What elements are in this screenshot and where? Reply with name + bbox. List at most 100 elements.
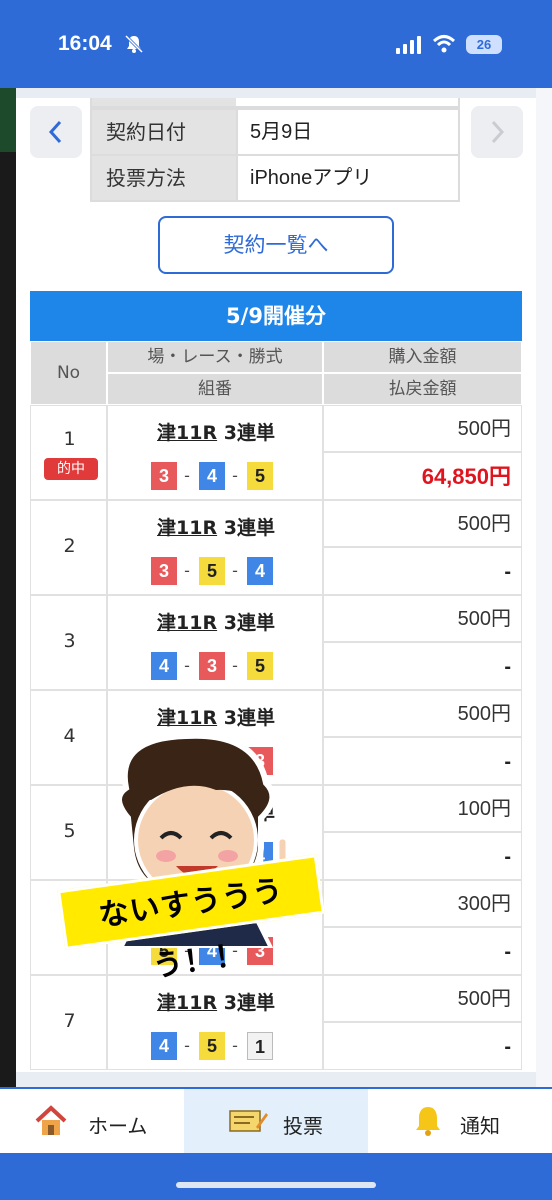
race-title: 津11R 3連単 — [108, 703, 324, 730]
boat-number: 3 — [151, 557, 177, 585]
boat-number: 3 — [151, 462, 177, 490]
bet-number: 3 — [63, 630, 76, 652]
next-button[interactable] — [471, 106, 523, 158]
contract-row-date: 契約日付 5月9日 — [90, 108, 460, 156]
bet-row: 2 津11R 3連単 3-5-4 500円 - — [30, 500, 522, 595]
status-bar: 16:04 26 — [0, 0, 552, 88]
contract-list-button[interactable]: 契約一覧へ — [158, 216, 394, 274]
race-venue-link[interactable]: 津11R — [157, 612, 217, 634]
race-cell: 津11R 3連単 3-4-5 — [107, 405, 323, 500]
payout-amount: - — [323, 832, 522, 880]
race-title: 津11R 3連単 — [108, 608, 324, 635]
payout-amount: - — [323, 642, 522, 690]
wifi-icon — [432, 35, 456, 53]
chevron-left-icon — [48, 120, 62, 144]
bet-row: 3 津11R 3連単 4-3-5 500円 - — [30, 595, 522, 690]
tab-notifications[interactable]: 通知 — [368, 1089, 552, 1155]
bet-type: 3連単 — [223, 422, 275, 444]
combination-separator: - — [232, 1036, 238, 1055]
boat-number: 4 — [151, 1032, 177, 1060]
combination-separator: - — [184, 1036, 190, 1055]
tab-vote-label: 投票 — [283, 1114, 323, 1138]
boat-number: 5 — [199, 1032, 225, 1060]
boat-number: 3 — [199, 652, 225, 680]
boat-number: 5 — [247, 462, 273, 490]
background-right-strip — [536, 88, 552, 1088]
tab-vote[interactable]: 投票 — [184, 1089, 368, 1155]
contract-detail-modal: 契約日付 5月9日 投票方法 iPhoneアプリ 契約一覧へ 5/9開催分 No… — [16, 98, 536, 1072]
previous-button[interactable] — [30, 106, 82, 158]
bet-row: 7 津11R 3連単 4-5-1 500円 - — [30, 975, 522, 1070]
header-race: 場・レース・勝式 — [107, 341, 323, 373]
purchase-amount: 500円 — [323, 500, 522, 547]
bet-number-cell: 2 — [30, 500, 107, 595]
race-title: 津11R 3連単 — [108, 988, 324, 1015]
boat-number: 4 — [151, 652, 177, 680]
bet-type: 3連単 — [223, 517, 275, 539]
boat-number: 5 — [199, 557, 225, 585]
payout-amount: - — [323, 927, 522, 975]
payout-amount: - — [323, 1022, 522, 1070]
section-title: 5/9開催分 — [30, 291, 522, 341]
race-cell: 津11R 3連単 4-3-5 — [107, 595, 323, 690]
contract-date-label: 契約日付 — [92, 110, 236, 154]
race-cell: 津11R 3連単 3-5-4 — [107, 500, 323, 595]
purchase-amount: 500円 — [323, 690, 522, 737]
header-combination: 組番 — [107, 373, 323, 405]
combination-separator: - — [184, 561, 190, 580]
boat-number: 1 — [247, 1032, 273, 1060]
purchase-amount: 100円 — [323, 785, 522, 832]
table-header: No 場・レース・勝式 組番 購入金額 払戻金額 — [30, 341, 522, 405]
battery-indicator: 26 — [466, 35, 502, 54]
header-no: No — [30, 341, 107, 405]
boat-number: 4 — [199, 462, 225, 490]
combination: 3-5-4 — [151, 557, 291, 585]
contract-date-value: 5月9日 — [236, 110, 458, 154]
chevron-right-icon — [491, 120, 505, 144]
home-indicator-area — [0, 1153, 552, 1200]
ticket-icon — [229, 1110, 268, 1132]
tab-notifications-label: 通知 — [460, 1114, 500, 1138]
race-venue-link[interactable]: 津11R — [157, 422, 217, 444]
bet-row: 1 的中 津11R 3連単 3-4-5 500円 64,850円 — [30, 405, 522, 500]
combination: 3-4-5 — [151, 462, 291, 490]
header-purchase: 購入金額 — [323, 341, 522, 373]
contract-row-method: 投票方法 iPhoneアプリ — [90, 154, 460, 202]
combination-separator: - — [232, 656, 238, 675]
bet-number: 2 — [63, 535, 76, 557]
purchase-amount: 500円 — [323, 975, 522, 1022]
status-time: 16:04 — [58, 32, 112, 55]
background-left-strip — [0, 88, 16, 1088]
tab-home[interactable]: ホーム — [0, 1089, 184, 1155]
payout-amount: - — [323, 737, 522, 785]
combination-separator: - — [184, 656, 190, 675]
house-icon — [35, 1105, 67, 1135]
home-indicator[interactable] — [176, 1182, 376, 1188]
race-title: 津11R 3連単 — [108, 418, 324, 445]
bottom-tab-bar: ホーム 投票 通知 — [0, 1087, 552, 1155]
combination: 4-5-1 — [151, 1032, 291, 1060]
bet-type: 3連単 — [223, 612, 275, 634]
purchase-amount: 500円 — [323, 405, 522, 452]
vote-method-label: 投票方法 — [92, 156, 236, 200]
hit-badge: 的中 — [44, 458, 98, 480]
combination-separator: - — [232, 561, 238, 580]
header-payout: 払戻金額 — [323, 373, 522, 405]
payout-amount: 64,850円 — [323, 452, 522, 500]
race-title: 津11R 3連単 — [108, 513, 324, 540]
race-venue-link[interactable]: 津11R — [157, 707, 217, 729]
combination-separator: - — [184, 466, 190, 485]
bet-type: 3連単 — [223, 992, 275, 1014]
tab-home-label: ホーム — [88, 1114, 148, 1138]
combination-separator: - — [232, 466, 238, 485]
signal-icon — [396, 36, 421, 54]
contract-row-partial — [90, 98, 460, 108]
race-venue-link[interactable]: 津11R — [157, 517, 217, 539]
vote-method-value: iPhoneアプリ — [236, 156, 458, 200]
bell-slash-icon — [124, 34, 144, 54]
boat-number: 5 — [247, 652, 273, 680]
combination: 4-3-5 — [151, 652, 291, 680]
race-cell: 津11R 3連単 4-5-1 — [107, 975, 323, 1070]
bet-number-cell: 1 的中 — [30, 405, 107, 500]
bet-type: 3連単 — [223, 707, 275, 729]
